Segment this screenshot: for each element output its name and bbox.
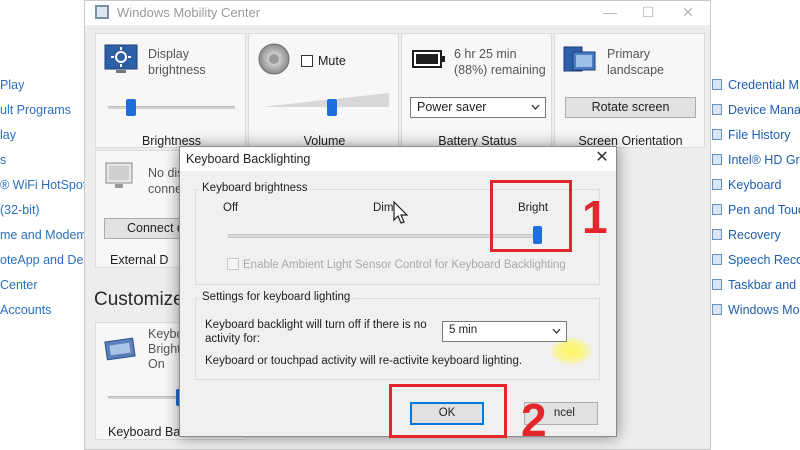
orientation-tile: Primary landscape Rotate screen Screen O… (554, 33, 705, 148)
cp-right-label: Credential M (728, 78, 799, 92)
cp-right-item[interactable]: Windows Mob (712, 303, 800, 317)
credential-icon (712, 79, 722, 90)
brightness-label: Display brightness (148, 47, 206, 77)
cp-right-item[interactable]: Taskbar and N (712, 278, 800, 292)
backlight-timeout-text: Keyboard backlight will turn off if ther… (205, 319, 427, 345)
speech-recognition-icon (712, 254, 722, 265)
screen-orientation-icon (563, 46, 596, 72)
cp-left-item[interactable]: s (0, 153, 6, 167)
speaker-icon (258, 43, 290, 75)
cp-right-item[interactable]: Intel® HD Gr (712, 153, 800, 167)
cp-left-item[interactable]: Center (0, 278, 38, 292)
mute-label: Mute (318, 54, 346, 68)
taskbar-icon (712, 279, 722, 290)
power-plan-select[interactable]: Power saver (410, 97, 546, 118)
volume-tile: Mute Volume (248, 33, 399, 148)
cp-right-label: Keyboard (728, 178, 782, 192)
mute-checkbox[interactable] (301, 55, 313, 67)
brightness-dim-label: Dim (373, 202, 394, 214)
cp-right-item[interactable]: Keyboard (712, 178, 782, 192)
cp-right-item[interactable]: Credential M (712, 78, 799, 92)
maximize-button[interactable]: ☐ (633, 1, 663, 25)
customize-heading: Customize (94, 289, 184, 310)
cp-left-item[interactable]: (32-bit) (0, 203, 40, 217)
device-manager-icon (712, 104, 722, 115)
cp-right-label: Pen and Touc (728, 203, 800, 217)
mobility-center-app-icon (95, 5, 109, 19)
display-brightness-icon (104, 44, 138, 73)
dialog-titlebar[interactable]: Keyboard Backlighting ✕ (180, 147, 616, 171)
backlight-timeout-value: 5 min (449, 324, 478, 336)
pen-touch-icon (712, 204, 722, 215)
dialog-title: Keyboard Backlighting (186, 152, 311, 166)
cp-left-item[interactable]: ult Programs (0, 103, 71, 117)
orientation-label: Primary landscape (607, 47, 664, 77)
cp-right-item[interactable]: Recovery (712, 228, 781, 242)
cp-left-item[interactable]: Accounts (0, 303, 51, 317)
cp-right-item[interactable]: Device Mana (712, 103, 800, 117)
mouse-cursor-icon (393, 201, 409, 224)
annotation-step-1: 1 (582, 191, 608, 243)
battery-remaining-label: 6 hr 25 min (88%) remaining (454, 47, 546, 77)
cp-left-item[interactable]: me and Modem (0, 228, 87, 242)
ambient-light-checkbox[interactable] (227, 258, 239, 270)
cp-right-label: File History (728, 128, 791, 142)
backlight-timeout-select[interactable]: 5 min (442, 321, 567, 342)
window-title: Windows Mobility Center (117, 5, 261, 20)
keyboard-icon (104, 337, 136, 361)
volume-slider-track[interactable] (261, 92, 391, 108)
recovery-icon (712, 229, 722, 240)
cp-left-item[interactable]: oteApp and Des (0, 253, 90, 267)
close-button[interactable]: ✕ (673, 1, 703, 25)
minimize-button[interactable]: — (595, 1, 625, 25)
cp-right-label: Taskbar and N (728, 278, 800, 292)
chevron-down-icon (531, 104, 540, 110)
cp-right-label: Windows Mob (728, 303, 800, 317)
cp-right-label: Speech Recog (728, 253, 800, 267)
external-display-footer: External D (110, 253, 169, 267)
cp-right-label: Recovery (728, 228, 781, 242)
annotation-box-ok (389, 384, 507, 438)
file-history-icon (712, 129, 722, 140)
battery-icon (412, 50, 445, 68)
windows-mobility-icon (712, 304, 722, 315)
mobility-center-titlebar[interactable]: Windows Mobility Center — ☐ ✕ (85, 1, 710, 25)
ambient-light-label: Enable Ambient Light Sensor Control for … (243, 259, 566, 271)
brightness-off-label: Off (223, 202, 239, 214)
monitor-icon (105, 162, 133, 188)
chevron-down-icon (552, 328, 561, 334)
annotation-step-2: 2 (521, 394, 547, 446)
cp-right-label: Intel® HD Gr (728, 153, 800, 167)
dialog-close-icon[interactable]: ✕ (590, 149, 614, 169)
keyboard-backlight-footer: Keyboard Bac (108, 425, 187, 439)
keyboard-icon (712, 179, 722, 190)
cp-right-item[interactable]: Pen and Touc (712, 203, 800, 217)
rotate-screen-button[interactable]: Rotate screen (565, 97, 696, 118)
keyboard-lighting-settings-label: Settings for keyboard lighting (199, 291, 354, 303)
cp-left-item[interactable]: ® WiFi HotSpot (0, 178, 86, 192)
cp-right-item[interactable]: Speech Recog (712, 253, 800, 267)
cp-left-item[interactable]: Play (0, 78, 24, 92)
brightness-slider-thumb[interactable] (125, 99, 136, 116)
power-plan-value: Power saver (417, 100, 487, 114)
cp-right-item[interactable]: File History (712, 128, 791, 142)
cp-right-label: Device Mana (728, 103, 800, 117)
activity-note: Keyboard or touchpad activity will re-ac… (205, 355, 523, 367)
intel-graphics-icon (712, 154, 722, 165)
annotation-box-bright (490, 180, 572, 252)
cp-left-item[interactable]: lay (0, 128, 16, 142)
volume-slider-thumb[interactable] (327, 99, 337, 116)
keyboard-brightness-group-label: Keyboard brightness (199, 182, 311, 194)
battery-tile: 6 hr 25 min (88%) remaining Power saver … (401, 33, 552, 148)
brightness-tile: Display brightness Brightness (95, 33, 246, 148)
